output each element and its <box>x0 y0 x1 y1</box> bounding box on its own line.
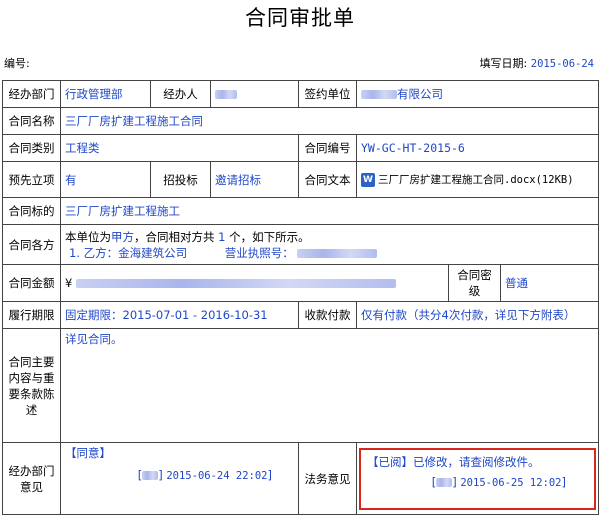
row-amount: 合同金额 ¥ 合同密级 普通 <box>2 264 600 302</box>
bid-label: 招投标 <box>150 161 211 198</box>
approval-form-table: 经办部门 行政管理部 经办人 签约单位 有限公司 合同名称 三厂厂房扩建工程施工… <box>2 80 600 515</box>
amount-value[interactable]: ¥ <box>60 264 449 302</box>
parties-label: 合同各方 <box>2 224 61 265</box>
secret-label: 合同密级 <box>448 264 501 302</box>
preset-value[interactable]: 有 <box>60 161 151 198</box>
row-target: 合同标的 三厂厂房扩建工程施工 <box>2 197 600 225</box>
fill-date-label: 填写日期: <box>479 57 528 70</box>
legal-opinion-box: 【已阅】已修改，请查阅修改件。 [] 2015-06-25 12:02] <box>359 447 597 510</box>
period-label: 履行期限 <box>2 301 61 329</box>
parties-prefix: 本单位为 <box>65 229 111 244</box>
dept-label: 经办部门 <box>2 80 61 108</box>
handler-value[interactable] <box>210 80 299 108</box>
content-value[interactable]: 详见合同。 <box>59 328 600 443</box>
dept-opinion[interactable]: 【同意】 [] 2015-06-24 22:02] <box>60 442 299 515</box>
serial-label: 编号: <box>4 57 30 70</box>
amount-blur <box>75 279 396 288</box>
handler-label: 经办人 <box>150 80 211 108</box>
legal-opinion-time: 2015-06-25 12:02 <box>460 476 562 489</box>
sign-unit-value[interactable]: 有限公司 <box>355 80 600 108</box>
legal-opinion-value: 【已阅】已修改，请查阅修改件。 <box>367 454 540 469</box>
preset-label: 预先立项 <box>2 161 61 198</box>
content-label: 合同主要内容与重要条款陈述 <box>2 328 61 443</box>
license-label: 营业执照号： <box>224 245 294 260</box>
parties-mid: ，合同相对方共 <box>134 229 215 244</box>
row-preset: 预先立项 有 招投标 邀请招标 合同文本 W 三厂厂房扩建工程施工合同.docx(… <box>2 161 600 198</box>
page-title: 合同审批单 <box>245 6 355 30</box>
payment-value[interactable]: 仅有付款（共分4次付款，详见下方附表） <box>355 301 600 329</box>
number-label: 合同编号 <box>298 134 357 162</box>
party-b: 1. 乙方：金海建筑公司 <box>69 245 188 260</box>
target-label: 合同标的 <box>2 197 61 225</box>
dept-value[interactable]: 行政管理部 <box>60 80 151 108</box>
row-dept: 经办部门 行政管理部 经办人 签约单位 有限公司 <box>2 80 600 108</box>
license-number-blur <box>297 248 378 258</box>
payment-label: 收款付款 <box>298 301 357 329</box>
sign-unit-label: 签约单位 <box>298 80 357 108</box>
period-value[interactable]: 固定期限：2015-07-01 - 2016-10-31 <box>60 301 299 329</box>
contract-name-label: 合同名称 <box>2 107 61 135</box>
parties-count: 1 <box>218 229 226 244</box>
contract-name-value[interactable]: 三厂厂房扩建工程施工合同 <box>59 107 600 135</box>
dept-opinion-label: 经办部门意见 <box>2 442 61 515</box>
number-value[interactable]: YW-GC-HT-2015-6 <box>355 134 600 162</box>
row-opinion: 经办部门意见 【同意】 [] 2015-06-24 22:02] 法务意见 【已… <box>2 442 600 515</box>
dept-opinion-sign: [] 2015-06-24 22:02] <box>137 468 272 482</box>
dept-opinion-time: 2015-06-24 22:02 <box>166 470 268 482</box>
bid-value[interactable]: 邀请招标 <box>210 161 299 198</box>
secret-value[interactable]: 普通 <box>499 264 600 302</box>
parties-role: 甲方 <box>111 229 134 244</box>
legal-opinion[interactable]: 【已阅】已修改，请查阅修改件。 [] 2015-06-25 12:02] <box>355 442 600 515</box>
legal-label: 法务意见 <box>298 442 357 515</box>
category-label: 合同类别 <box>2 134 61 162</box>
fill-date: 填写日期: 2015-06-24 <box>480 55 594 71</box>
amount-label: 合同金额 <box>2 264 61 302</box>
amount-currency: ¥ <box>65 276 73 290</box>
dept-opinion-value: 【同意】 <box>65 446 111 460</box>
parties-value: 本单位为甲方，合同相对方共 1 个，如下所示。 1. 乙方：金海建筑公司 营业执… <box>59 224 600 265</box>
contract-file-name[interactable]: 三厂厂房扩建工程施工合同.docx(12KB) <box>378 174 574 186</box>
row-period: 履行期限 固定期限：2015-07-01 - 2016-10-31 收款付款 仅… <box>2 301 600 329</box>
target-value[interactable]: 三厂厂房扩建工程施工 <box>59 197 600 225</box>
contract-file-link[interactable]: W 三厂厂房扩建工程施工合同.docx(12KB) <box>355 161 600 198</box>
category-value[interactable]: 工程类 <box>60 134 299 162</box>
word-doc-icon: W <box>361 172 375 187</box>
row-content: 合同主要内容与重要条款陈述 详见合同。 <box>2 328 600 443</box>
legal-opinion-sign: [] 2015-06-25 12:02] <box>431 474 567 489</box>
text-label: 合同文本 <box>298 161 357 198</box>
row-name: 合同名称 三厂厂房扩建工程施工合同 <box>2 107 600 135</box>
parties-suffix: 个，如下所示。 <box>229 229 310 244</box>
row-parties: 合同各方 本单位为甲方，合同相对方共 1 个，如下所示。 1. 乙方：金海建筑公… <box>2 224 600 265</box>
fill-date-value: 2015-06-24 <box>530 58 594 70</box>
sign-unit-suffix: 有限公司 <box>397 87 443 101</box>
row-category: 合同类别 工程类 合同编号 YW-GC-HT-2015-6 <box>2 134 600 162</box>
